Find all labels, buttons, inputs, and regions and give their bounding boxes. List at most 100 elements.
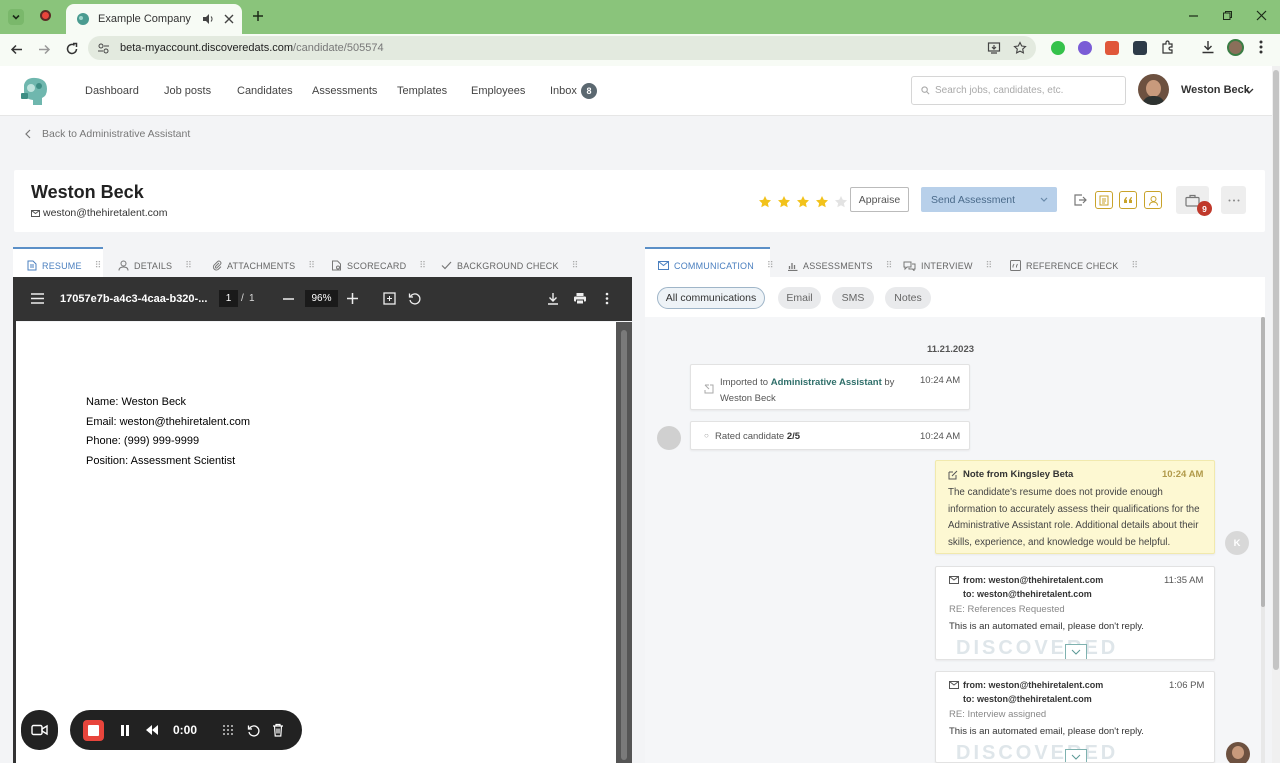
site-settings-icon[interactable] (97, 42, 110, 55)
more-actions-button[interactable] (1221, 186, 1246, 214)
drag-grip-icon[interactable]: ⠿ (308, 260, 315, 271)
new-tab-icon[interactable] (252, 10, 264, 22)
expand-email-button[interactable] (1065, 644, 1087, 659)
star-filled-icon[interactable] (815, 195, 829, 209)
star-filled-icon[interactable] (777, 195, 791, 209)
company-logo-icon[interactable] (18, 75, 52, 107)
tab-attachments[interactable]: ATTACHMENTS ⠿ (212, 260, 315, 271)
extensions-puzzle-icon[interactable] (1160, 40, 1175, 55)
star-empty-icon[interactable] (834, 195, 848, 209)
tab-details[interactable]: DETAILS ⠿ (118, 260, 192, 271)
global-search-input[interactable]: Search jobs, candidates, etc. (911, 76, 1126, 105)
restore-icon[interactable] (1222, 10, 1233, 21)
nav-templates[interactable]: Templates (397, 85, 447, 97)
imported-job-link[interactable]: Administrative Assistant (771, 377, 882, 388)
tab-scorecard[interactable]: SCORECARD ⠿ (331, 260, 426, 271)
nav-job-posts[interactable]: Job posts (164, 85, 211, 97)
drag-grip-icon[interactable]: ⠿ (886, 260, 893, 271)
pdf-more-icon[interactable] (605, 292, 609, 305)
drag-grip-icon[interactable]: ⠿ (185, 260, 192, 271)
zoom-out-icon[interactable] (283, 298, 294, 300)
pdf-page-input[interactable]: 1 (219, 290, 238, 307)
comm-scrollbar-thumb[interactable] (1261, 317, 1265, 607)
tab-communication[interactable]: COMMUNICATION ⠿ (658, 260, 773, 271)
tab-background-check[interactable]: BACKGROUND CHECK ⠿ (441, 260, 579, 271)
minimize-icon[interactable] (1188, 10, 1199, 21)
install-app-icon[interactable] (987, 41, 1001, 55)
close-window-icon[interactable] (1256, 10, 1267, 21)
speaker-icon[interactable] (202, 13, 214, 25)
extension-purple-icon[interactable] (1078, 41, 1092, 55)
page-scrollbar-thumb[interactable] (1273, 70, 1279, 670)
tab-interview[interactable]: INTERVIEW ⠿ (903, 260, 993, 271)
filter-notes[interactable]: Notes (885, 287, 931, 309)
rewind-icon[interactable] (145, 725, 159, 735)
nav-dashboard[interactable]: Dashboard (85, 85, 139, 97)
nav-candidates[interactable]: Candidates (237, 85, 293, 97)
camera-toggle-button[interactable] (21, 710, 58, 750)
candidate-rating[interactable] (758, 195, 848, 209)
tab-search-button[interactable] (8, 9, 24, 25)
profile-avatar-icon[interactable] (1227, 39, 1244, 56)
drag-grip-icon[interactable]: ⠿ (1132, 260, 1139, 271)
star-filled-icon[interactable] (758, 195, 772, 209)
expand-email-button[interactable] (1065, 749, 1087, 762)
email-card[interactable]: from: weston@thehiretalent.com to: westo… (935, 566, 1215, 660)
grid-dots-icon[interactable] (222, 724, 234, 736)
reload-icon[interactable] (65, 42, 79, 56)
drag-grip-icon[interactable]: ⠿ (419, 260, 426, 271)
address-bar[interactable]: beta-myaccount.discoveredats.com/candida… (88, 36, 1036, 60)
filter-email[interactable]: Email (778, 287, 821, 309)
fit-page-icon[interactable] (383, 292, 396, 305)
extension-green-icon[interactable] (1051, 41, 1065, 55)
pdf-zoom-input[interactable]: 96% (305, 290, 338, 307)
close-tab-icon[interactable] (224, 14, 234, 24)
assessment-doc-icon[interactable] (1095, 191, 1113, 209)
pause-icon[interactable] (120, 725, 130, 736)
pdf-scrollbar-thumb[interactable] (621, 330, 627, 760)
drag-grip-icon[interactable]: ⠿ (986, 260, 993, 271)
move-stage-icon[interactable] (1073, 193, 1087, 207)
comm-scrollbar[interactable] (1261, 317, 1265, 763)
tab-assessments[interactable]: ASSESSMENTS ⠿ (787, 260, 893, 271)
user-avatar[interactable] (1138, 74, 1169, 105)
email-card[interactable]: from: weston@thehiretalent.com to: westo… (935, 671, 1215, 763)
drag-grip-icon[interactable]: ⠿ (572, 260, 579, 271)
stop-recording-button[interactable] (83, 720, 104, 741)
pdf-scrollbar-track[interactable] (616, 322, 632, 763)
tab-resume[interactable]: RESUME ⠿ (27, 260, 102, 271)
drag-grip-icon[interactable]: ⠿ (95, 260, 102, 271)
reference-person-icon[interactable] (1144, 191, 1162, 209)
tab-reference-check[interactable]: REFERENCE CHECK ⠿ (1010, 260, 1139, 271)
browser-menu-icon[interactable] (1259, 40, 1263, 54)
quote-icon[interactable] (1119, 191, 1137, 209)
pdf-sidebar-menu-icon[interactable] (31, 293, 44, 304)
note-card[interactable]: Note from Kingsley Beta 10:24 AM The can… (935, 460, 1215, 554)
candidate-email[interactable]: weston@thehiretalent.com (43, 207, 167, 219)
filter-all-communications[interactable]: All communications (657, 287, 765, 309)
bookmark-star-icon[interactable] (1013, 41, 1027, 55)
drag-grip-icon[interactable]: ⠿ (767, 260, 774, 271)
nav-assessments[interactable]: Assessments (312, 85, 377, 97)
zoom-in-icon[interactable] (347, 293, 358, 304)
send-assessment-button[interactable]: Send Assessment (921, 187, 1057, 212)
recording-tab-icon[interactable] (40, 10, 51, 21)
restart-icon[interactable] (247, 724, 260, 737)
download-icon[interactable] (547, 292, 559, 305)
user-name[interactable]: Weston Beck (1181, 84, 1250, 96)
trash-icon[interactable] (272, 723, 284, 737)
forward-arrow-icon[interactable] (38, 43, 51, 56)
filter-sms[interactable]: SMS (832, 287, 874, 309)
extension-orange-icon[interactable] (1105, 41, 1119, 55)
appraise-button[interactable]: Appraise (850, 187, 909, 212)
rotate-icon[interactable] (408, 292, 421, 305)
downloads-icon[interactable] (1201, 40, 1215, 54)
page-scrollbar[interactable] (1272, 66, 1280, 763)
print-icon[interactable] (573, 292, 587, 305)
nav-employees[interactable]: Employees (471, 85, 525, 97)
nav-inbox[interactable]: Inbox (550, 85, 577, 97)
extension-dark-icon[interactable] (1133, 41, 1147, 55)
browser-tab-active[interactable]: Example Company (66, 4, 242, 34)
back-arrow-icon[interactable] (10, 43, 23, 56)
back-link[interactable]: Back to Administrative Assistant (25, 128, 190, 140)
